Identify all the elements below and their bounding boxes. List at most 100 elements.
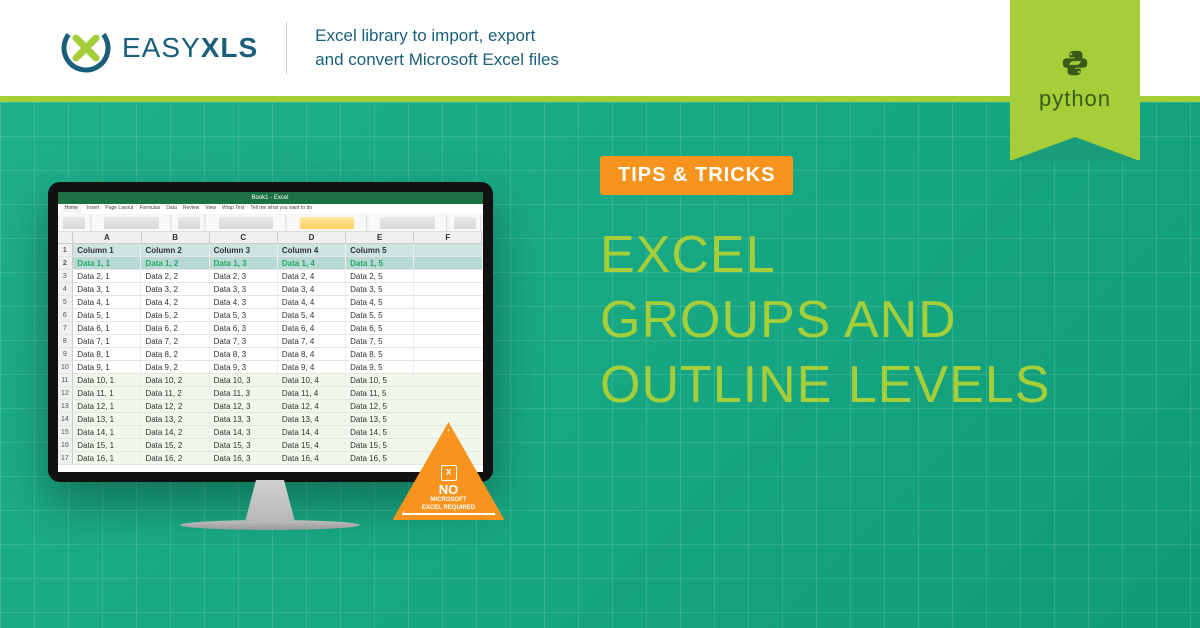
cell: Data 12, 5 (346, 400, 414, 412)
col-letter: D (278, 232, 346, 243)
logo-prefix: EASY (122, 32, 201, 63)
cell: Data 7, 3 (210, 335, 278, 347)
cell: Data 13, 2 (141, 413, 209, 425)
cell: Data 4, 3 (210, 296, 278, 308)
title-line2: GROUPS AND (600, 291, 957, 349)
cell: Column 4 (278, 244, 346, 256)
warning-req: EXCEL REQUIRED (422, 505, 475, 512)
cell: Data 2, 5 (346, 270, 414, 282)
logo-suffix: XLS (201, 32, 258, 63)
cell: Data 5, 3 (210, 309, 278, 321)
cell: Data 14, 3 (210, 426, 278, 438)
table-row: 11Data 10, 1Data 10, 2Data 10, 3Data 10,… (58, 374, 483, 387)
warning-badge: X NO MICROSOFT EXCEL REQUIRED (393, 422, 505, 520)
cell: Data 5, 2 (141, 309, 209, 321)
table-row: 5Data 4, 1Data 4, 2Data 4, 3Data 4, 4Dat… (58, 296, 483, 309)
cell: Data 2, 4 (278, 270, 346, 282)
cell: Data 4, 5 (346, 296, 414, 308)
tips-badge: TIPS & TRICKS (600, 156, 793, 195)
content: Book1 - Excel HomeInsertPage LayoutFormu… (0, 96, 1200, 628)
cell: Data 13, 3 (210, 413, 278, 425)
cell: Data 4, 4 (278, 296, 346, 308)
cell: Data 8, 1 (73, 348, 141, 360)
monitor-area: Book1 - Excel HomeInsertPage LayoutFormu… (0, 96, 540, 628)
cell: Data 1, 1 (73, 257, 141, 269)
cell: Data 2, 2 (141, 270, 209, 282)
excel-tab: Insert (87, 205, 100, 213)
title-line3: OUTLINE LEVELS (600, 356, 1050, 414)
cell: Data 1, 4 (278, 257, 346, 269)
table-row: 1Column 1Column 2Column 3Column 4Column … (58, 244, 483, 257)
cell: Data 9, 1 (73, 361, 141, 373)
excel-x-icon: X (441, 465, 457, 481)
cell: Data 3, 2 (141, 283, 209, 295)
col-letter: F (414, 232, 482, 243)
cell: Column 1 (73, 244, 141, 256)
ribbon-label: python (1039, 86, 1111, 112)
warning-ms: MICROSOFT (431, 497, 467, 504)
cell: Data 15, 3 (210, 439, 278, 451)
warning-no: NO (439, 483, 459, 496)
main-title: EXCEL GROUPS AND OUTLINE LEVELS (600, 223, 1160, 418)
cell: Data 3, 5 (346, 283, 414, 295)
cell: Data 11, 2 (141, 387, 209, 399)
cell: Data 10, 4 (278, 374, 346, 386)
cell: Data 7, 2 (141, 335, 209, 347)
monitor-base (180, 520, 360, 530)
cell: Data 1, 2 (141, 257, 209, 269)
cell: Data 2, 1 (73, 270, 141, 282)
cell: Data 14, 2 (141, 426, 209, 438)
cell: Data 12, 3 (210, 400, 278, 412)
cell: Data 8, 4 (278, 348, 346, 360)
cell: Data 3, 3 (210, 283, 278, 295)
excel-tab: Home (62, 205, 81, 213)
tagline-line1: Excel library to import, export (315, 26, 535, 45)
cell: Data 8, 2 (141, 348, 209, 360)
cell: Data 11, 3 (210, 387, 278, 399)
cell: Data 15, 4 (278, 439, 346, 451)
excel-ribbon-body (58, 214, 483, 232)
cell: Data 6, 4 (278, 322, 346, 334)
excel-tab: Page Layout (105, 205, 133, 213)
cell: Data 6, 5 (346, 322, 414, 334)
table-row: 12Data 11, 1Data 11, 2Data 11, 3Data 11,… (58, 387, 483, 400)
table-row: 6Data 5, 1Data 5, 2Data 5, 3Data 5, 4Dat… (58, 309, 483, 322)
cell: Data 15, 1 (73, 439, 141, 451)
easyxls-logo-icon (60, 22, 112, 74)
python-icon (1060, 48, 1090, 78)
monitor: Book1 - Excel HomeInsertPage LayoutFormu… (48, 182, 493, 562)
cell: Data 3, 4 (278, 283, 346, 295)
table-row: 7Data 6, 1Data 6, 2Data 6, 3Data 6, 4Dat… (58, 322, 483, 335)
table-row: 9Data 8, 1Data 8, 2Data 8, 3Data 8, 4Dat… (58, 348, 483, 361)
cell: Data 10, 2 (141, 374, 209, 386)
cell: Data 13, 1 (73, 413, 141, 425)
excel-tab: Formulas (139, 205, 160, 213)
col-letter: A (73, 232, 141, 243)
cell: Data 4, 1 (73, 296, 141, 308)
cell: Data 7, 5 (346, 335, 414, 347)
cell: Column 5 (346, 244, 414, 256)
cell: Data 16, 2 (141, 452, 209, 464)
cell: Data 16, 4 (278, 452, 346, 464)
excel-tabs: HomeInsertPage LayoutFormulasDataReviewV… (58, 204, 483, 214)
cell: Data 6, 1 (73, 322, 141, 334)
cell: Data 14, 1 (73, 426, 141, 438)
table-row: 8Data 7, 1Data 7, 2Data 7, 3Data 7, 4Dat… (58, 335, 483, 348)
cell: Data 6, 2 (141, 322, 209, 334)
col-letter: E (346, 232, 414, 243)
col-letter: C (210, 232, 278, 243)
cell: Data 5, 4 (278, 309, 346, 321)
table-row: 3Data 2, 1Data 2, 2Data 2, 3Data 2, 4Dat… (58, 270, 483, 283)
cell: Data 13, 4 (278, 413, 346, 425)
tagline: Excel library to import, export and conv… (315, 24, 559, 72)
cell: Data 11, 4 (278, 387, 346, 399)
excel-tab: Review (183, 205, 199, 213)
cell: Data 3, 1 (73, 283, 141, 295)
title-line1: EXCEL (600, 226, 776, 284)
cell: Data 6, 3 (210, 322, 278, 334)
cell: Data 10, 3 (210, 374, 278, 386)
cell: Data 11, 5 (346, 387, 414, 399)
cell: Data 12, 4 (278, 400, 346, 412)
cell: Data 14, 4 (278, 426, 346, 438)
monitor-stand (235, 480, 305, 520)
